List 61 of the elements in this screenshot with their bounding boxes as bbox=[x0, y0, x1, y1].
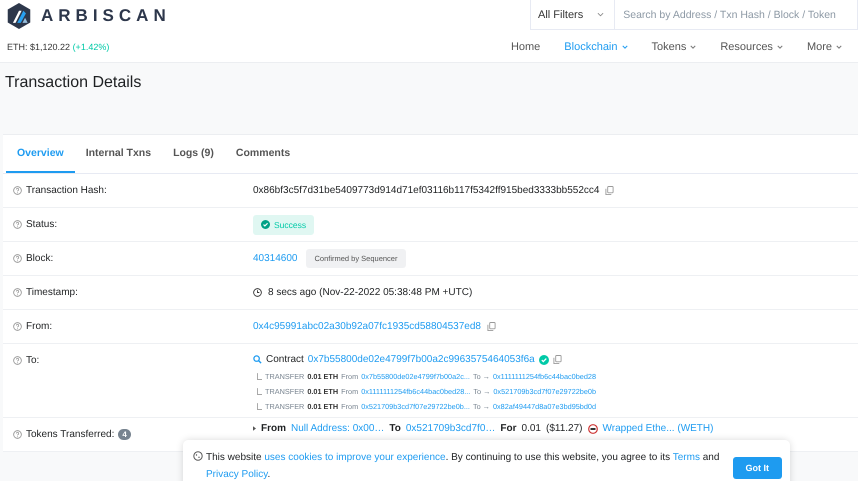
search-icon bbox=[253, 355, 262, 364]
help-icon[interactable] bbox=[13, 186, 22, 195]
for-label: For bbox=[500, 423, 517, 434]
tree-branch-icon bbox=[257, 373, 262, 380]
cookie-notice: This website uses cookies to improve your experience. By continuing to use this website, you agree to its Terms and Privacy Policy. bbox=[206, 451, 720, 481]
contract-label: Contract bbox=[266, 354, 304, 365]
tree-branch-icon bbox=[257, 388, 262, 395]
field-label: Block: bbox=[26, 253, 54, 264]
field-label: From: bbox=[26, 321, 52, 332]
privacy-policy-link[interactable]: Privacy Policy bbox=[206, 469, 268, 480]
nav-link[interactable]: Resources bbox=[708, 40, 795, 52]
nav-link[interactable]: More bbox=[794, 40, 854, 52]
cookie-policy-link[interactable]: uses cookies to improve your experience bbox=[264, 452, 446, 463]
copy-icon[interactable] bbox=[552, 354, 562, 364]
tab[interactable]: Overview bbox=[6, 135, 75, 173]
nav-link[interactable]: Home bbox=[498, 40, 552, 52]
token-amount: 0.01 bbox=[522, 423, 541, 434]
field-label: To: bbox=[26, 355, 40, 366]
help-icon[interactable] bbox=[13, 254, 22, 263]
nav-link[interactable]: Blockchain bbox=[552, 40, 640, 52]
eth-change: (+1.42%) bbox=[72, 42, 110, 52]
from-label: From bbox=[261, 423, 286, 434]
contract-link[interactable]: 0x7b55800de02e4799f7b00a2c9963575464053f6a bbox=[308, 354, 535, 365]
field-label: Timestamp: bbox=[26, 287, 78, 298]
help-icon[interactable] bbox=[13, 356, 22, 365]
cookie-icon bbox=[193, 451, 203, 461]
to-label: To bbox=[389, 423, 401, 434]
clock-icon bbox=[253, 288, 262, 297]
tab[interactable]: Logs (9) bbox=[162, 135, 225, 173]
copy-icon[interactable] bbox=[487, 322, 496, 332]
eth-price: ETH: $1,120.22 bbox=[7, 42, 70, 52]
address-link[interactable]: 0x521709b3cd7f0… bbox=[406, 423, 496, 434]
caret-icon bbox=[253, 426, 256, 431]
terms-link[interactable]: Terms bbox=[672, 452, 700, 463]
block-link[interactable]: 40314600 bbox=[253, 253, 298, 264]
page-title: Transaction Details bbox=[5, 74, 142, 92]
count-badge: 4 bbox=[118, 429, 131, 440]
logo-text[interactable]: ARBISCAN bbox=[41, 6, 171, 26]
status-badge: Success bbox=[253, 214, 314, 234]
help-icon[interactable] bbox=[13, 220, 22, 229]
transaction-hash: 0x86bf3c5f7d31be5409773d914d71ef03116b117f5342ff915bed3333bb552cc4 bbox=[253, 185, 600, 196]
token-value: ($11.27) bbox=[546, 423, 582, 434]
address-link[interactable]: 0x4c95991abc02a30b92a07fc1935cd58804537ed8 bbox=[253, 321, 481, 332]
tree-branch-icon bbox=[257, 403, 262, 410]
help-icon[interactable] bbox=[13, 288, 22, 297]
field-label: Transaction Hash: bbox=[26, 185, 107, 196]
search-field[interactable]: Search by Address / Txn Hash / Block / Token bbox=[615, 0, 858, 30]
field-label: Tokens Transferred: bbox=[26, 429, 114, 440]
token-icon bbox=[588, 424, 598, 434]
tab[interactable]: Comments bbox=[224, 135, 302, 173]
chevron-down-icon bbox=[597, 12, 604, 17]
timestamp: 8 secs ago (Nov-22-2022 05:38:48 PM +UTC) bbox=[268, 287, 472, 298]
field-label: Status: bbox=[26, 219, 58, 230]
address-link[interactable]: Null Address: 0x00… bbox=[291, 423, 384, 434]
token-link[interactable]: Wrapped Ethe... (WETH) bbox=[602, 423, 714, 434]
nav-link[interactable]: Tokens bbox=[640, 40, 708, 52]
copy-icon[interactable] bbox=[605, 186, 614, 196]
help-icon[interactable] bbox=[13, 322, 22, 331]
got-it-button[interactable]: Got It bbox=[732, 457, 782, 479]
tab[interactable]: Internal Txns bbox=[74, 135, 162, 173]
help-icon[interactable] bbox=[13, 430, 22, 439]
